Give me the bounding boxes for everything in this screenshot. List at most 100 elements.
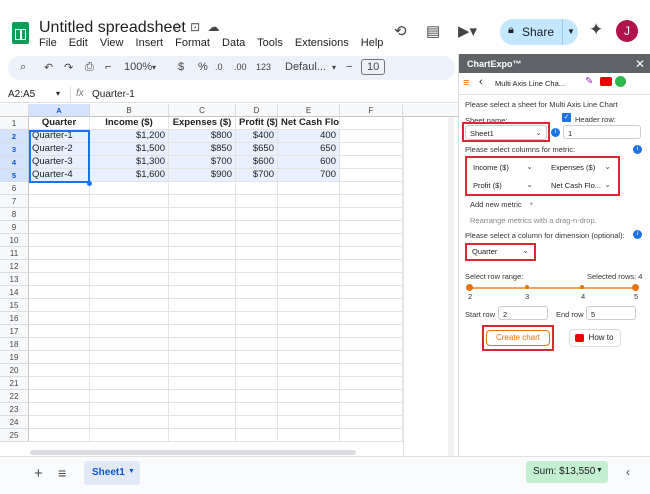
table-cell[interactable]: [90, 312, 169, 325]
table-cell[interactable]: [169, 273, 236, 286]
currency-button[interactable]: $: [178, 61, 184, 73]
table-cell[interactable]: [90, 208, 169, 221]
header-row-checkbox[interactable]: ✓: [562, 113, 571, 122]
table-cell[interactable]: [90, 247, 169, 260]
menu-insert[interactable]: Insert: [136, 37, 164, 49]
row-header[interactable]: 22: [0, 390, 29, 403]
table-cell[interactable]: [236, 273, 278, 286]
row-header[interactable]: 2: [0, 130, 29, 143]
table-cell[interactable]: [29, 208, 90, 221]
all-sheets-button[interactable]: ≡: [58, 465, 66, 481]
table-cell[interactable]: $1,200: [90, 130, 169, 143]
table-cell[interactable]: [90, 416, 169, 429]
info-icon[interactable]: i: [633, 145, 642, 154]
table-cell[interactable]: [169, 247, 236, 260]
row-header[interactable]: 7: [0, 195, 29, 208]
table-cell[interactable]: [278, 299, 340, 312]
table-cell[interactable]: [278, 403, 340, 416]
table-cell[interactable]: $700: [169, 156, 236, 169]
table-cell[interactable]: [169, 429, 236, 442]
table-cell[interactable]: [340, 169, 403, 182]
menu-tools[interactable]: Tools: [257, 37, 283, 49]
dimension-select[interactable]: Quarter ⌄: [468, 246, 533, 259]
table-cell[interactable]: [236, 416, 278, 429]
table-cell[interactable]: [90, 390, 169, 403]
table-cell[interactable]: [169, 286, 236, 299]
table-cell[interactable]: [90, 351, 169, 364]
table-cell[interactable]: [340, 429, 403, 442]
number-format-button[interactable]: 123: [256, 62, 271, 72]
table-cell[interactable]: [29, 364, 90, 377]
table-cell[interactable]: [278, 312, 340, 325]
table-cell[interactable]: [169, 351, 236, 364]
table-cell[interactable]: [29, 182, 90, 195]
table-cell[interactable]: [29, 273, 90, 286]
row-header[interactable]: 16: [0, 312, 29, 325]
table-cell[interactable]: [278, 208, 340, 221]
menu-data[interactable]: Data: [222, 37, 245, 49]
menu-format[interactable]: Format: [175, 37, 210, 49]
table-cell[interactable]: [340, 377, 403, 390]
table-cell[interactable]: [29, 390, 90, 403]
table-cell[interactable]: [169, 338, 236, 351]
table-cell[interactable]: $1,500: [90, 143, 169, 156]
table-cell[interactable]: [278, 364, 340, 377]
name-box-chevron-icon[interactable]: ▾: [56, 89, 60, 98]
row-header[interactable]: 15: [0, 299, 29, 312]
add-metric-button[interactable]: Add new metric: [470, 200, 522, 209]
table-cell[interactable]: [340, 195, 403, 208]
table-cell[interactable]: [90, 377, 169, 390]
start-row-input[interactable]: 2: [498, 306, 548, 320]
table-cell[interactable]: [236, 208, 278, 221]
table-cell[interactable]: [90, 286, 169, 299]
table-cell[interactable]: [340, 130, 403, 143]
sheets-logo-icon[interactable]: [12, 22, 29, 44]
table-cell[interactable]: [29, 325, 90, 338]
table-cell[interactable]: [236, 377, 278, 390]
header-cell[interactable]: Income ($): [90, 117, 169, 130]
table-cell[interactable]: [340, 273, 403, 286]
table-cell[interactable]: [340, 338, 403, 351]
column-header-f[interactable]: F: [340, 104, 403, 117]
table-cell[interactable]: [90, 273, 169, 286]
column-header-d[interactable]: D: [236, 104, 278, 117]
row-range-slider-track[interactable]: [469, 287, 636, 289]
table-cell[interactable]: [90, 182, 169, 195]
table-cell[interactable]: [169, 325, 236, 338]
table-cell[interactable]: [236, 299, 278, 312]
row-header[interactable]: 19: [0, 351, 29, 364]
table-cell[interactable]: [169, 234, 236, 247]
table-cell[interactable]: [340, 156, 403, 169]
table-cell[interactable]: [278, 195, 340, 208]
table-cell[interactable]: $1,600: [90, 169, 169, 182]
table-cell[interactable]: [278, 260, 340, 273]
paint-format-icon[interactable]: ⌐: [105, 61, 111, 73]
table-cell[interactable]: [29, 234, 90, 247]
table-cell[interactable]: [236, 403, 278, 416]
table-cell[interactable]: [236, 390, 278, 403]
metric-select-3[interactable]: Profit ($) ⌄: [469, 178, 537, 192]
increase-decimal-button[interactable]: .00: [234, 62, 247, 72]
table-cell[interactable]: [90, 221, 169, 234]
table-cell[interactable]: [340, 182, 403, 195]
table-cell[interactable]: [169, 364, 236, 377]
table-cell[interactable]: [278, 351, 340, 364]
horizontal-scrollbar[interactable]: [30, 450, 356, 455]
table-cell[interactable]: [236, 338, 278, 351]
table-cell[interactable]: [29, 312, 90, 325]
decrease-decimal-button[interactable]: .0: [215, 62, 223, 72]
table-cell[interactable]: [236, 351, 278, 364]
column-header-e[interactable]: E: [278, 104, 340, 117]
table-cell[interactable]: [29, 286, 90, 299]
table-cell[interactable]: [278, 273, 340, 286]
table-cell[interactable]: [340, 286, 403, 299]
row-header[interactable]: 13: [0, 273, 29, 286]
metric-select-2[interactable]: Expenses ($) ⌄: [547, 160, 615, 174]
formula-input[interactable]: Quarter-1: [92, 89, 135, 100]
table-cell[interactable]: [29, 377, 90, 390]
table-cell[interactable]: [29, 416, 90, 429]
row-header[interactable]: 1: [0, 117, 29, 130]
column-header-a[interactable]: A: [29, 104, 90, 117]
header-cell[interactable]: Quarter: [29, 117, 90, 130]
table-cell[interactable]: 400: [278, 130, 340, 143]
